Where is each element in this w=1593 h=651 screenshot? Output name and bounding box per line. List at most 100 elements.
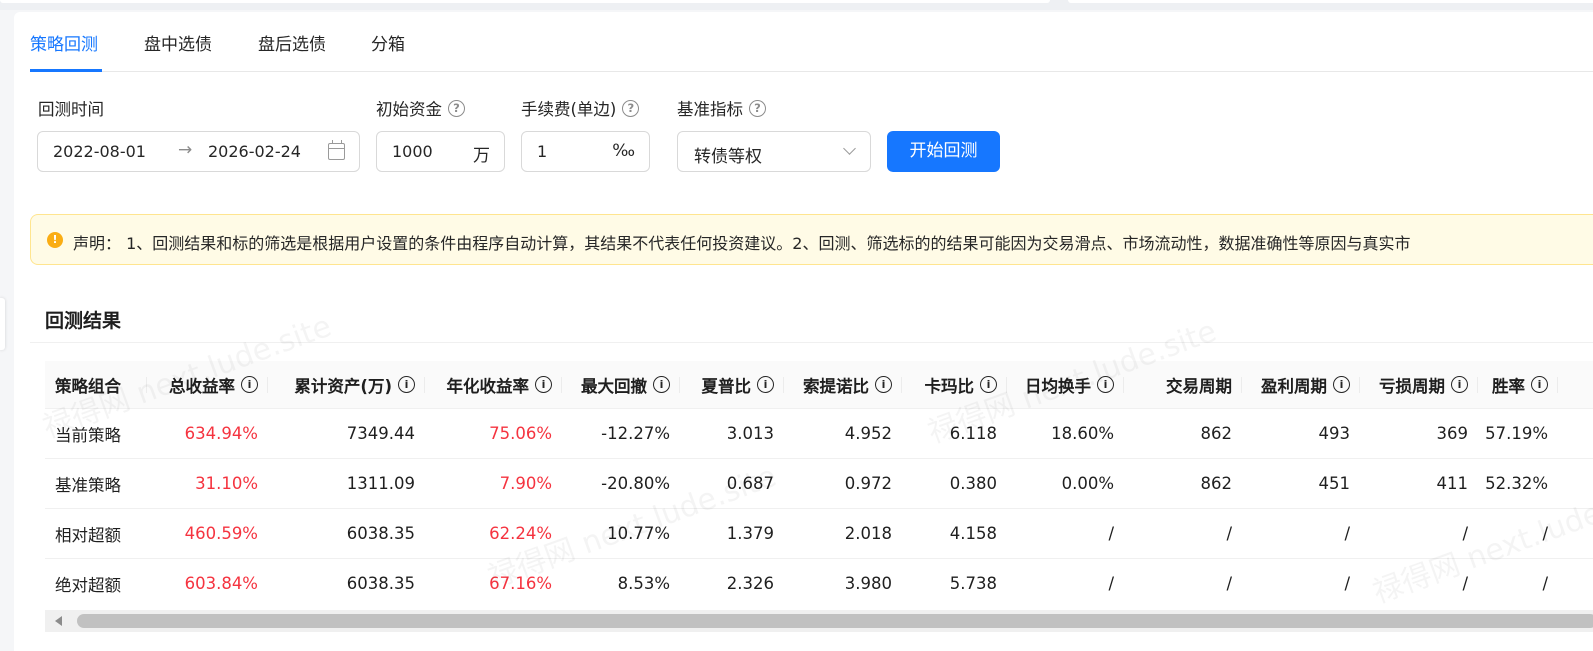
cell-sharpe: 1.379: [726, 524, 774, 543]
info-icon[interactable]: i: [1097, 376, 1114, 393]
info-icon[interactable]: i: [653, 376, 670, 393]
cell-annual-return: 62.24%: [489, 524, 552, 543]
col-header-label: 盈利周期: [1261, 376, 1327, 396]
col-header-label: 卡玛比: [924, 376, 975, 396]
cell-cumulative-assets: 6038.35: [346, 524, 415, 543]
tab-intraday-selection[interactable]: 盘中选债: [144, 30, 212, 55]
start-date-input[interactable]: 2022-08-01: [53, 142, 146, 161]
capital-label-text: 初始资金: [376, 100, 442, 119]
main-panel: 策略回测 盘中选债 盘后选债 分箱 回测时间 初始资金 ? 手续费(单边) ? …: [14, 12, 1593, 651]
fee-label: 手续费(单边) ?: [521, 96, 640, 120]
disclaimer-alert: ! 声明： 1、回测结果和标的筛选是根据用户设置的条件由程序自动计算，其结果不代…: [30, 214, 1593, 265]
col-header-label: 累计资产(万): [294, 376, 392, 396]
cell-profit-periods: 493: [1318, 424, 1351, 443]
cell-trade-periods: /: [1226, 524, 1232, 543]
period-label: 回测时间: [38, 96, 104, 120]
info-icon[interactable]: i: [241, 376, 258, 393]
cell-strategy: 绝对超额: [55, 575, 121, 595]
cell-win-rate: 52.32%: [1485, 474, 1548, 493]
cell-total-return: 634.94%: [184, 424, 258, 443]
top-card-edge: [1068, 0, 1593, 3]
col-header-label: 交易周期: [1166, 376, 1232, 396]
info-icon[interactable]: i: [980, 376, 997, 393]
cell-win-rate: 57.19%: [1485, 424, 1548, 443]
fee-value[interactable]: 1: [537, 142, 547, 161]
col-header-label: 亏损周期: [1379, 376, 1445, 396]
divider: [30, 342, 1593, 343]
tab-backtest[interactable]: 策略回测: [30, 30, 98, 55]
cell-trade-periods: 862: [1200, 424, 1233, 443]
cell-daily-turnover: 18.60%: [1051, 424, 1114, 443]
table-row: 相对超额 460.59% 6038.35 62.24% 10.77% 1.379…: [45, 509, 1593, 559]
table-horizontal-scrollbar[interactable]: [45, 610, 1593, 632]
cell-sharpe: 3.013: [726, 424, 774, 443]
col-header-cumulative-assets[interactable]: 累计资产(万) i: [268, 361, 425, 408]
cell-sortino: 4.952: [844, 424, 892, 443]
col-header-total-return[interactable]: 总收益率 i: [147, 361, 268, 408]
info-icon[interactable]: i: [535, 376, 552, 393]
period-label-text: 回测时间: [38, 100, 104, 119]
col-header-label: 日均换手: [1025, 376, 1091, 396]
cell-loss-periods: /: [1462, 524, 1468, 543]
capital-label: 初始资金 ?: [376, 96, 465, 120]
col-header-trade-periods: 交易周期: [1124, 361, 1242, 408]
tab-after-hours-selection[interactable]: 盘后选债: [258, 30, 326, 55]
fee-unit: ‰: [612, 141, 635, 161]
capital-input[interactable]: 1000 万: [376, 131, 505, 172]
date-range-picker[interactable]: 2022-08-01 → 2026-02-24: [37, 131, 360, 172]
end-date-input[interactable]: 2026-02-24: [208, 142, 301, 161]
cell-profit-periods: 451: [1318, 474, 1351, 493]
fee-input[interactable]: 1 ‰: [521, 131, 650, 172]
cell-daily-turnover: /: [1108, 524, 1114, 543]
col-header-max-drawdown[interactable]: 最大回撤 i: [562, 361, 680, 408]
cell-annual-return: 67.16%: [489, 574, 552, 593]
benchmark-selected-value[interactable]: 转债等权: [694, 142, 762, 167]
cell-total-return: 31.10%: [195, 474, 258, 493]
info-icon[interactable]: i: [1531, 376, 1548, 393]
info-icon[interactable]: i: [757, 376, 774, 393]
cell-cumulative-assets: 6038.35: [346, 574, 415, 593]
benchmark-select[interactable]: 转债等权: [677, 131, 871, 172]
col-header-annual-return[interactable]: 年化收益率 i: [425, 361, 562, 408]
help-icon[interactable]: ?: [749, 99, 766, 117]
table-row: 绝对超额 603.84% 6038.35 67.16% 8.53% 2.326 …: [45, 559, 1593, 607]
cell-total-return: 603.84%: [184, 574, 258, 593]
col-header-sharpe[interactable]: 夏普比 i: [680, 361, 784, 408]
col-header-profit-periods[interactable]: 盈利周期 i: [1242, 361, 1360, 408]
col-header-loss-periods[interactable]: 亏损周期 i: [1360, 361, 1478, 408]
cell-annual-return: 75.06%: [489, 424, 552, 443]
scroll-left-icon[interactable]: [55, 616, 62, 626]
info-icon[interactable]: i: [875, 376, 892, 393]
cell-annual-return: 7.90%: [499, 474, 552, 493]
cell-loss-periods: /: [1462, 574, 1468, 593]
start-backtest-button[interactable]: 开始回测: [887, 131, 1000, 172]
results-table: 策略组合 总收益率 i 累计资产(万) i 年化收益率 i 最大回撤 i 夏普比 i 索提…: [45, 361, 1593, 607]
tab-binning[interactable]: 分箱: [371, 30, 405, 55]
col-header-daily-turnover[interactable]: 日均换手 i: [1007, 361, 1124, 408]
cell-daily-turnover: 0.00%: [1061, 474, 1114, 493]
cell-calmar: 4.158: [949, 524, 997, 543]
calendar-icon[interactable]: [328, 140, 345, 160]
col-header-calmar[interactable]: 卡玛比 i: [902, 361, 1007, 408]
info-icon[interactable]: i: [1333, 376, 1350, 393]
cell-loss-periods: 411: [1436, 474, 1469, 493]
info-icon[interactable]: i: [398, 376, 415, 393]
scrollbar-thumb[interactable]: [77, 614, 1593, 628]
capital-value[interactable]: 1000: [392, 142, 433, 161]
active-tab-indicator: [30, 69, 102, 72]
cell-cumulative-assets: 1311.09: [346, 474, 415, 493]
help-icon[interactable]: ?: [448, 99, 465, 117]
cell-loss-periods: 369: [1436, 424, 1469, 443]
chevron-down-icon[interactable]: [843, 142, 856, 155]
col-header-sortino[interactable]: 索提诺比 i: [784, 361, 902, 408]
cell-cumulative-assets: 7349.44: [346, 424, 415, 443]
cell-max-drawdown: -20.80%: [601, 474, 670, 493]
help-icon[interactable]: ?: [622, 99, 640, 117]
side-drawer-handle[interactable]: [0, 298, 5, 350]
col-header-win-rate[interactable]: 胜率 i: [1478, 361, 1558, 408]
info-icon[interactable]: i: [1451, 376, 1468, 393]
results-title: 回测结果: [45, 310, 122, 332]
cell-sortino: 2.018: [844, 524, 892, 543]
cell-trade-periods: 862: [1200, 474, 1233, 493]
benchmark-label-text: 基准指标: [677, 100, 743, 119]
